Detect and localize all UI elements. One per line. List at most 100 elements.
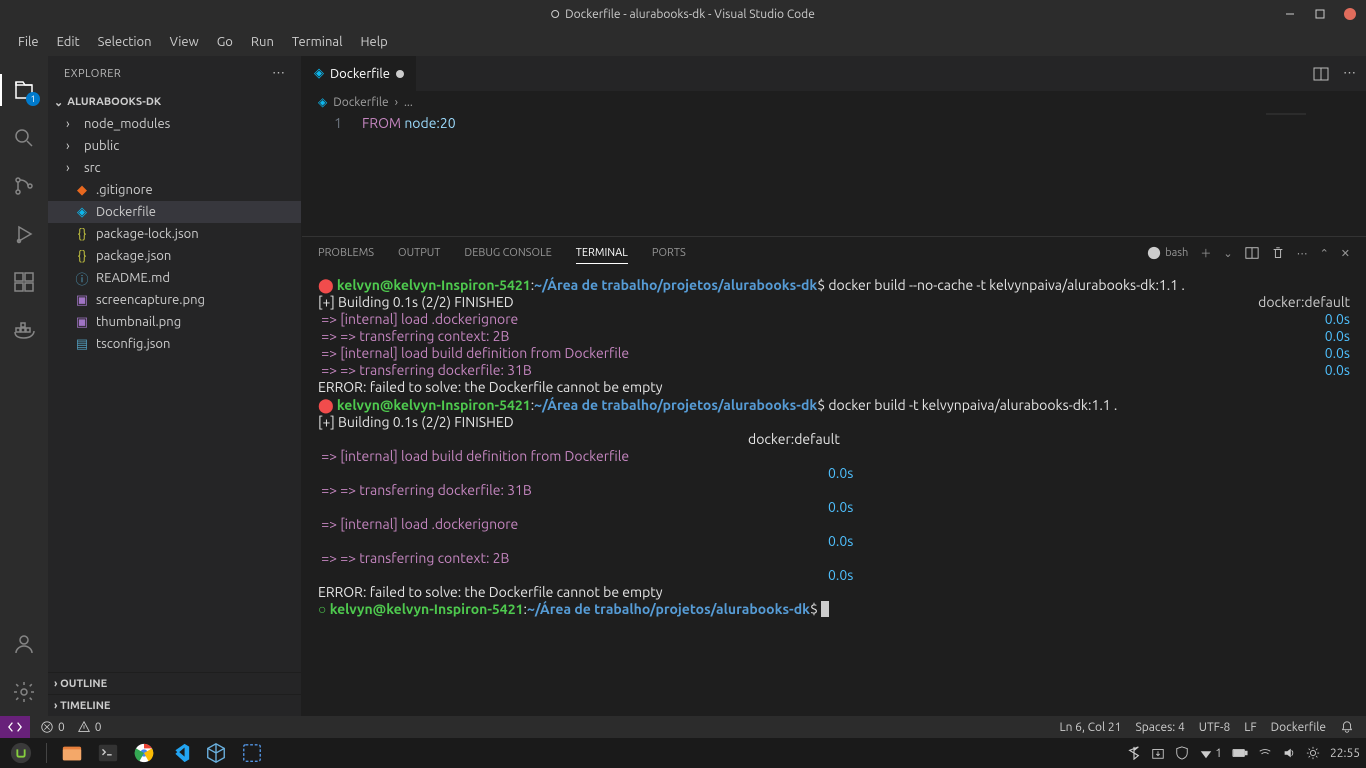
outline-header[interactable]: › OUTLINE: [48, 672, 301, 694]
close-icon[interactable]: [1344, 8, 1356, 20]
vscode-app-icon[interactable]: [165, 740, 195, 766]
file-dockerfile[interactable]: ◈Dockerfile: [48, 201, 301, 223]
bottom-panel: PROBLEMS OUTPUT DEBUG CONSOLE TERMINAL P…: [302, 236, 1366, 716]
clock[interactable]: 22:55: [1330, 747, 1360, 760]
shell-selector[interactable]: bash: [1147, 246, 1188, 260]
info-icon: ⓘ: [74, 269, 90, 288]
explorer-badge: 1: [26, 92, 40, 106]
file-tsconfig[interactable]: ▤tsconfig.json: [48, 333, 301, 355]
status-errors[interactable]: 0: [40, 720, 65, 734]
tabs-more-icon[interactable]: ⋯: [1343, 66, 1356, 81]
menubar: File Edit Selection View Go Run Terminal…: [0, 28, 1366, 56]
file-readme[interactable]: ⓘREADME.md: [48, 267, 301, 289]
split-terminal-icon[interactable]: [1245, 246, 1259, 260]
image-icon: ▣: [74, 315, 90, 330]
menu-selection[interactable]: Selection: [90, 31, 160, 53]
network-icon[interactable]: 1: [1199, 746, 1222, 760]
timeline-header[interactable]: › TIMELINE: [48, 694, 301, 716]
close-panel-icon[interactable]: ✕: [1341, 247, 1350, 260]
bluetooth-icon[interactable]: [1127, 746, 1141, 760]
chrome-app-icon[interactable]: [129, 740, 159, 766]
file-package[interactable]: {}package.json: [48, 245, 301, 267]
updates-icon[interactable]: [1151, 746, 1165, 760]
menu-terminal[interactable]: Terminal: [284, 31, 351, 53]
wifi-icon[interactable]: [1258, 746, 1272, 760]
menu-edit[interactable]: Edit: [49, 31, 88, 53]
new-terminal-icon[interactable]: ＋: [1200, 245, 1211, 261]
sound-icon[interactable]: [1282, 746, 1296, 760]
status-encoding[interactable]: UTF-8: [1199, 721, 1230, 734]
tab-dockerfile[interactable]: ◈ Dockerfile: [302, 56, 417, 91]
battery-icon[interactable]: [1232, 746, 1248, 760]
folder-root[interactable]: ⌄ ALURABOOKS-DK: [48, 91, 301, 113]
explorer-title: EXPLORER: [64, 68, 121, 80]
panel-tab-problems[interactable]: PROBLEMS: [318, 243, 374, 263]
virtualbox-app-icon[interactable]: [201, 740, 231, 766]
json-icon: {}: [74, 249, 90, 263]
file-thumbnail[interactable]: ▣thumbnail.png: [48, 311, 301, 333]
terminal-app-icon[interactable]: [93, 740, 123, 766]
maximize-panel-icon[interactable]: ⌃: [1320, 247, 1329, 260]
image-icon: ▣: [74, 293, 90, 308]
explorer-icon[interactable]: 1: [0, 66, 48, 114]
notifications-icon[interactable]: [1340, 720, 1354, 734]
search-icon[interactable]: [0, 114, 48, 162]
accounts-icon[interactable]: [0, 620, 48, 668]
run-debug-icon[interactable]: [0, 210, 48, 258]
explorer-more-icon[interactable]: ⋯: [272, 66, 285, 81]
panel-tab-ports[interactable]: PORTS: [652, 243, 686, 263]
statusbar: 0 0 Ln 6, Col 21 Spaces: 4 UTF-8 LF Dock…: [0, 716, 1366, 738]
folder-public[interactable]: ›public: [48, 135, 301, 157]
file-package-lock[interactable]: {}package-lock.json: [48, 223, 301, 245]
activitybar: 1: [0, 56, 48, 716]
editor-tabs: ◈ Dockerfile ⋯: [302, 56, 1366, 91]
chevron-right-icon: ›: [66, 161, 78, 175]
mint-menu-icon[interactable]: [6, 740, 36, 766]
panel-more-icon[interactable]: ⋯: [1297, 247, 1308, 260]
split-editor-icon[interactable]: [1313, 66, 1329, 82]
folder-node-modules[interactable]: ›node_modules: [48, 113, 301, 135]
breadcrumb[interactable]: ◈ Dockerfile › ...: [302, 91, 1366, 113]
extensions-icon[interactable]: [0, 258, 48, 306]
menu-run[interactable]: Run: [243, 31, 282, 53]
panel-tab-debug[interactable]: DEBUG CONSOLE: [464, 243, 551, 263]
menu-help[interactable]: Help: [352, 31, 395, 53]
status-warnings[interactable]: 0: [77, 720, 102, 734]
settings-icon[interactable]: [0, 668, 48, 716]
file-screencapture[interactable]: ▣screencapture.png: [48, 289, 301, 311]
code-editor[interactable]: 1 FROM node:20: [302, 113, 1366, 236]
panel-tabs: PROBLEMS OUTPUT DEBUG CONSOLE TERMINAL P…: [302, 237, 1366, 269]
docker-file-icon: ◈: [318, 95, 327, 109]
status-spaces[interactable]: Spaces: 4: [1135, 721, 1184, 734]
menu-view[interactable]: View: [162, 31, 207, 53]
menu-file[interactable]: File: [10, 31, 47, 53]
status-ln-col[interactable]: Ln 6, Col 21: [1059, 721, 1121, 734]
terminal[interactable]: ⬤ kelvyn@kelvyn-Inspiron-5421:~/Área de …: [302, 269, 1366, 716]
chevron-right-icon: ›: [66, 117, 78, 131]
panel-tab-terminal[interactable]: TERMINAL: [576, 243, 628, 264]
shield-icon[interactable]: [1175, 746, 1189, 760]
files-app-icon[interactable]: [57, 740, 87, 766]
modified-dot-icon: [396, 70, 404, 78]
window-title: Dockerfile - alurabooks-dk - Visual Stud…: [551, 8, 815, 21]
docker-file-icon: ◈: [74, 205, 90, 220]
panel-tab-output[interactable]: OUTPUT: [398, 243, 440, 263]
kill-terminal-icon[interactable]: [1271, 246, 1285, 260]
json-icon: {}: [74, 227, 90, 241]
minimize-icon[interactable]: [1284, 8, 1296, 20]
minimap[interactable]: [1266, 113, 1366, 236]
status-language[interactable]: Dockerfile: [1271, 721, 1326, 734]
file-gitignore[interactable]: ◆.gitignore: [48, 179, 301, 201]
sidebar: EXPLORER ⋯ ⌄ ALURABOOKS-DK ›node_modules…: [48, 56, 302, 716]
brightness-icon[interactable]: [1306, 746, 1320, 760]
screenshot-app-icon[interactable]: [237, 740, 267, 766]
source-control-icon[interactable]: [0, 162, 48, 210]
menu-go[interactable]: Go: [209, 31, 241, 53]
maximize-icon[interactable]: [1314, 8, 1326, 20]
docker-icon[interactable]: [0, 306, 48, 354]
folder-src[interactable]: ›src: [48, 157, 301, 179]
status-eol[interactable]: LF: [1244, 721, 1256, 734]
remote-button[interactable]: [0, 716, 30, 738]
editor-area: ◈ Dockerfile ⋯ ◈ Dockerfile › ... 1 FROM…: [302, 56, 1366, 716]
terminal-dropdown-icon[interactable]: ⌄: [1223, 247, 1232, 260]
